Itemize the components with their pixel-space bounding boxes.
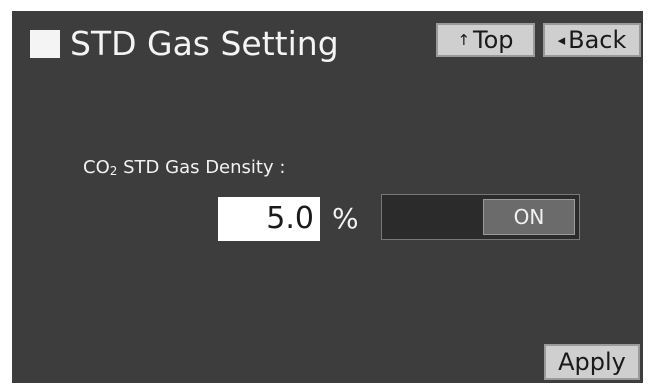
- gas-density-input[interactable]: 5.0: [218, 197, 320, 241]
- apply-button[interactable]: Apply: [544, 344, 640, 380]
- top-button-label: Top: [473, 26, 514, 54]
- page-title: STD Gas Setting: [70, 24, 339, 63]
- percent-unit: %: [332, 202, 359, 235]
- back-button-label: Back: [568, 26, 627, 54]
- gas-density-label-prefix: CO: [83, 157, 110, 178]
- settings-screen: STD Gas Setting ↑ Top ◂ Back CO2 STD Gas…: [12, 11, 643, 383]
- gas-density-label: CO2 STD Gas Density :: [83, 157, 285, 178]
- left-triangle-icon: ◂: [557, 31, 566, 49]
- top-button[interactable]: ↑ Top: [436, 23, 535, 57]
- up-arrow-icon: ↑: [457, 31, 471, 49]
- gas-density-toggle[interactable]: ON: [381, 194, 580, 240]
- square-icon: [30, 30, 60, 58]
- back-button[interactable]: ◂ Back: [543, 23, 641, 57]
- gas-density-label-suffix: STD Gas Density :: [117, 157, 286, 178]
- toggle-on-knob[interactable]: ON: [483, 199, 575, 235]
